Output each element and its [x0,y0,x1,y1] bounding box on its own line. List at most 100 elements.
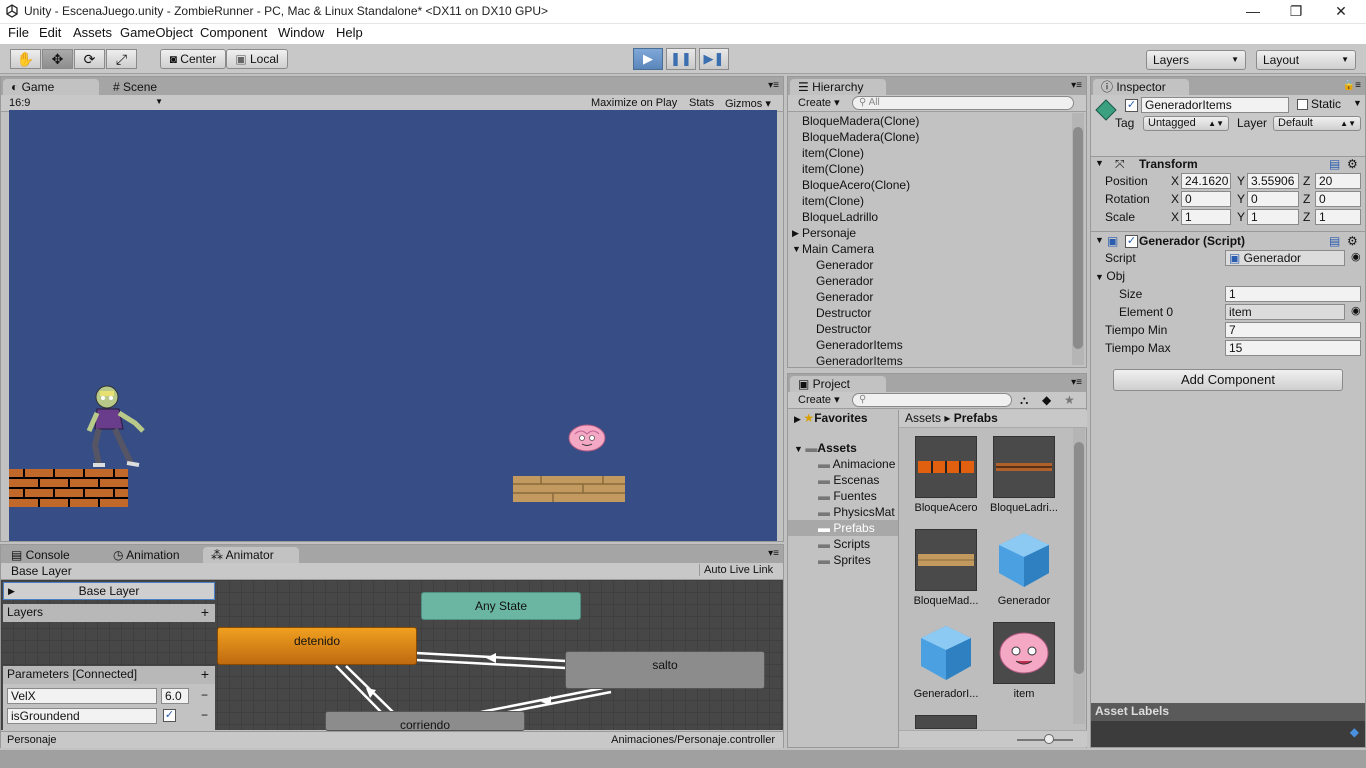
obj-label[interactable]: ▼ Obj [1095,269,1125,283]
panel-menu-icon[interactable]: ▾≡ [1071,80,1082,91]
folder-item[interactable]: ▬ Sprites [818,552,871,568]
object-picker-icon[interactable]: ◉ [1351,250,1361,263]
base-layer-breadcrumb[interactable]: Base Layer [11,564,72,578]
param-value[interactable]: 6.0 [161,688,189,704]
folder-item[interactable]: ▬ PhysicsMat [818,504,895,520]
menu-component[interactable]: Component [200,25,267,40]
active-checkbox[interactable]: ✓ [1125,99,1138,112]
pivot-local-button[interactable]: ▣ Local [226,49,288,69]
list-item[interactable]: Destructor [802,305,1062,321]
list-item[interactable]: Generador [802,257,1062,273]
list-item[interactable]: item(Clone) [802,145,1062,161]
object-picker-icon[interactable]: ◉ [1351,304,1361,317]
list-item-personaje[interactable]: ▶ Personaje [792,225,1062,241]
list-item[interactable]: Generador [802,273,1062,289]
play-button[interactable]: ▶ [633,48,663,70]
game-view[interactable] [9,110,777,541]
expand-arrow-icon[interactable]: ▶ [792,225,799,241]
pause-button[interactable]: ❚❚ [666,48,696,70]
asset-tile[interactable] [915,622,977,684]
state-salto[interactable]: salto [565,651,765,689]
size-field[interactable]: 1 [1225,286,1361,302]
list-item[interactable]: GeneradorItems [802,353,1062,369]
asset-tile[interactable] [993,622,1055,684]
param-name[interactable]: VelX [7,688,157,704]
tab-inspector[interactable]: ⓘ Inspector [1093,79,1189,96]
state-corriendo[interactable]: corriendo [325,711,525,732]
list-item-main-camera[interactable]: ▼ Main Camera [792,241,1062,257]
gizmos-dropdown[interactable]: Gizmos ▾ [725,97,771,110]
position-z-field[interactable]: 20 [1315,173,1361,189]
filter-type-icon[interactable]: ⛬ [1020,393,1028,408]
rotation-z-field[interactable]: 0 [1315,191,1361,207]
star-icon[interactable]: ★ [1064,393,1075,407]
folder-item[interactable]: ▬ Animacione [818,456,895,472]
tab-game[interactable]: ◐ Game [3,79,99,96]
folder-item-selected[interactable]: ▬ Prefabs [788,520,898,536]
close-button[interactable]: ✕ [1318,0,1364,24]
add-component-button[interactable]: Add Component [1113,369,1343,391]
add-layer-icon[interactable]: + [201,604,209,620]
project-create-button[interactable]: Create ▾ [798,393,840,406]
script-field[interactable]: ▣ Generador [1225,250,1345,266]
position-y-field[interactable]: 3.55906 [1247,173,1299,189]
stats-toggle[interactable]: Stats [689,97,714,109]
gear-icon[interactable]: ⚙ [1347,234,1358,248]
folder-item[interactable]: ▬ Scripts [818,536,870,552]
minimize-button[interactable]: — [1230,0,1276,24]
rotation-x-field[interactable]: 0 [1181,191,1231,207]
panel-menu-icon[interactable]: 🔒≡ [1343,80,1361,91]
param-name[interactable]: isGroundend [7,708,157,724]
asset-tile[interactable] [915,715,977,729]
panel-menu-icon[interactable]: ▾≡ [768,548,779,559]
remove-param-icon[interactable]: − [201,688,208,702]
element0-field[interactable]: item [1225,304,1345,320]
menu-edit[interactable]: Edit [39,25,61,40]
project-scrollbar[interactable] [1073,428,1085,724]
rotation-y-field[interactable]: 0 [1247,191,1299,207]
asset-tile[interactable] [915,436,977,498]
menu-file[interactable]: File [8,25,29,40]
scale-y-field[interactable]: 1 [1247,209,1299,225]
panel-menu-icon[interactable]: ▾≡ [1071,377,1082,388]
asset-tile[interactable] [993,529,1055,591]
scroll-thumb[interactable] [1073,127,1083,349]
hierarchy-create-button[interactable]: Create ▾ [798,96,840,109]
menu-gameobject[interactable]: GameObject [120,25,193,40]
help-icon[interactable]: ▤ [1329,234,1340,248]
scale-z-field[interactable]: 1 [1315,209,1361,225]
list-item[interactable]: BloqueMadera(Clone) [802,113,1062,129]
list-item[interactable]: GeneradorItems [802,337,1062,353]
breadcrumb-root[interactable]: Assets [905,411,941,425]
tiempo-max-field[interactable]: 15 [1225,340,1361,356]
animator-graph[interactable]: Any State detenido salto corriendo ▶ Base… [1,580,783,732]
menu-window[interactable]: Window [278,25,324,40]
menu-help[interactable]: Help [336,25,363,40]
tiempo-min-field[interactable]: 7 [1225,322,1361,338]
layers-dropdown[interactable]: Layers ▼ [1146,50,1246,70]
pivot-center-button[interactable]: ◙ Center [160,49,226,69]
param-checkbox[interactable]: ✓ [163,709,176,722]
tab-scene[interactable]: # Scene [105,79,185,96]
tag-dropdown[interactable]: Untagged ▲▼ [1143,116,1229,131]
tab-animation[interactable]: ◷ Animation [105,547,201,564]
favorites-item[interactable]: ▶ ★Favorites [794,410,868,426]
hierarchy-scrollbar[interactable] [1072,113,1084,365]
scale-x-field[interactable]: 1 [1181,209,1231,225]
position-x-field[interactable]: 24.1620 [1181,173,1231,189]
remove-param-icon[interactable]: − [201,708,208,722]
hierarchy-search-input[interactable]: ⚲ All [852,96,1074,110]
scroll-thumb[interactable] [1074,442,1084,674]
enabled-checkbox[interactable]: ✓ [1125,235,1138,248]
list-item[interactable]: BloqueLadrillo [802,209,1062,225]
scale-tool-icon[interactable]: ⤢ [106,49,137,69]
tab-animator[interactable]: ⁂ Animator [203,547,299,564]
assets-item[interactable]: ▼ ▬Assets [794,440,857,456]
tag-icon[interactable]: ◆ [1350,725,1359,739]
tab-project[interactable]: ▣ Project [790,376,886,393]
aspect-dropdown[interactable]: 16:9 ▼ [9,97,165,109]
list-item[interactable]: BloqueMadera(Clone) [802,129,1062,145]
menu-assets[interactable]: Assets [73,25,112,40]
layer-dropdown[interactable]: Default ▲▼ [1273,116,1361,131]
list-item[interactable]: BloqueAcero(Clone) [802,177,1062,193]
